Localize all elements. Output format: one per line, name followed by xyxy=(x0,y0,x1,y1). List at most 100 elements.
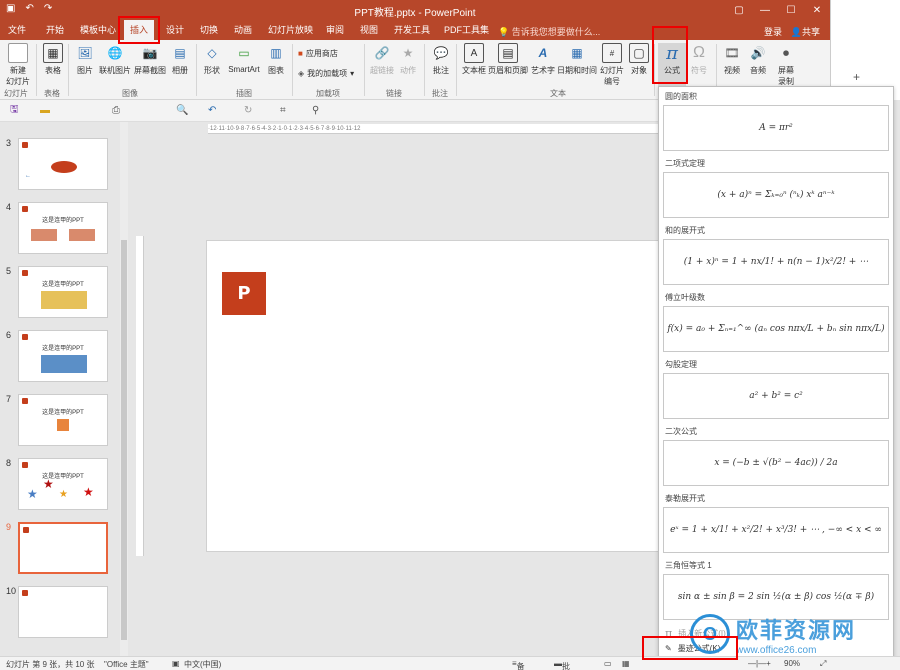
equation-option[interactable]: (1 + x)ⁿ = 1 + nx/1! + n(n − 1)x²/2! + ⋯ xyxy=(663,239,889,285)
symbol-button[interactable]: Ω 符号 xyxy=(688,43,710,76)
datetime-button[interactable]: ▦ 日期和时间 xyxy=(556,43,598,76)
thumbnail[interactable] xyxy=(18,586,108,638)
equation-option[interactable]: (x + a)ⁿ = Σₖ₌₀ⁿ (ⁿₖ) xᵏ aⁿ⁻ᵏ xyxy=(663,172,889,218)
tab-developer[interactable]: 开发工具 xyxy=(388,20,436,40)
redo-icon[interactable]: ↻ xyxy=(244,105,252,116)
horizontal-ruler[interactable]: ·12·11·10·9·8·7·6·5·4·3·2·1·0·1·2·3·4·5·… xyxy=(208,124,660,134)
group-label-addins: 加载项 xyxy=(316,89,340,98)
object-icon: ▢ xyxy=(629,43,649,63)
equation-option[interactable]: x = (−b ± √(b² − 4ac)) / 2a xyxy=(663,440,889,486)
thumbnail-scrollbar[interactable] xyxy=(120,122,128,656)
slide-thumbnail-pane: 3 ← 4 这是连甲的PPT 5 这是连甲的PPT 6 这是连甲的PPT 7 这… xyxy=(0,122,132,656)
hyperlink-button[interactable]: 🔗 超链接 xyxy=(368,43,396,76)
smartart-button[interactable]: ▭ SmartArt xyxy=(226,43,262,74)
undo-icon[interactable]: ↶ xyxy=(208,105,216,116)
screenshot-button[interactable]: 📷 屏幕截图 xyxy=(132,43,168,76)
open-folder-icon[interactable]: ▬ xyxy=(40,105,50,116)
comments-button[interactable]: ▬ 批注 xyxy=(554,659,570,670)
header-footer-button[interactable]: ▤ 页眉和页脚 xyxy=(488,43,528,76)
thumbnail[interactable]: 这是连甲的PPT xyxy=(18,394,108,446)
shapes-icon: ◇ xyxy=(207,46,217,60)
table-button[interactable]: ▦ 表格 xyxy=(40,43,66,76)
picture-button[interactable]: 🖼 图片 xyxy=(72,43,98,76)
tab-home[interactable]: 开始 xyxy=(40,20,70,40)
vertical-ruler[interactable] xyxy=(136,236,144,556)
shapes-button[interactable]: ◇ 形状 xyxy=(200,43,224,76)
header-footer-label: 页眉和页脚 xyxy=(488,66,528,75)
minimize-icon[interactable]: — xyxy=(752,0,778,20)
divider xyxy=(68,44,69,96)
ribbon-display-icon[interactable]: ▢ xyxy=(726,0,752,20)
preview-icon[interactable]: 🔍 xyxy=(176,105,188,116)
login-link[interactable]: 登录 xyxy=(764,25,782,38)
tab-animations[interactable]: 动画 xyxy=(228,20,258,40)
screen-record-button[interactable]: ⏺ 屏幕 录制 xyxy=(772,43,800,87)
tab-view[interactable]: 视图 xyxy=(354,20,384,40)
chart-button[interactable]: ▥ 图表 xyxy=(264,43,288,76)
my-addins-button[interactable]: ◈ 我的加载项 ▾ xyxy=(298,68,354,79)
comment-button[interactable]: 💬 批注 xyxy=(428,43,454,76)
table-label: 表格 xyxy=(45,66,61,75)
ppt-mini-icon xyxy=(23,527,29,533)
object-button[interactable]: ▢ 对象 xyxy=(628,43,650,76)
format-painter-icon[interactable]: ⌗ xyxy=(280,105,286,116)
slide-sorter-icon[interactable]: ▦ xyxy=(622,659,630,668)
tab-transitions[interactable]: 切换 xyxy=(194,20,224,40)
tab-design[interactable]: 设计 xyxy=(160,20,190,40)
textbox-button[interactable]: A 文本框 xyxy=(460,43,488,76)
dropdown-icon: ▾ xyxy=(350,69,355,78)
maximize-icon[interactable]: ☐ xyxy=(778,0,804,20)
ink-pen-icon: ✎ xyxy=(665,644,672,653)
close-icon[interactable]: ✕ xyxy=(804,0,830,20)
powerpoint-logo-icon[interactable]: P xyxy=(222,272,266,315)
pin-icon[interactable]: ⚲ xyxy=(312,105,319,116)
tab-slideshow[interactable]: 幻灯片放映 xyxy=(262,20,319,40)
equation-option[interactable]: eˣ = 1 + x/1! + x²/2! + x³/3! + ⋯ , −∞ <… xyxy=(663,507,889,553)
fit-slide-icon[interactable]: ⤢ xyxy=(820,659,826,669)
new-slide-button[interactable]: 新建 幻灯片 xyxy=(4,43,32,87)
notes-button[interactable]: ≡ 备注 xyxy=(512,659,525,670)
print-icon[interactable]: ⎙ xyxy=(112,105,120,116)
equation-label: 公式 xyxy=(664,66,680,75)
tab-pdf-tools[interactable]: PDF工具集 xyxy=(438,20,495,40)
tab-insert[interactable]: 插入 xyxy=(124,20,155,40)
thumbnail[interactable]: ← xyxy=(18,138,108,190)
online-picture-button[interactable]: 🌐 联机图片 xyxy=(98,43,132,76)
tab-templates[interactable]: 模板中心 xyxy=(74,20,122,40)
tell-me-search[interactable]: 💡 告诉我您想要做什么... xyxy=(498,25,600,38)
share-button[interactable]: 👤共享 xyxy=(791,25,820,38)
store-button[interactable]: ■ 应用商店 xyxy=(298,48,338,59)
zoom-slider[interactable]: —|—+ xyxy=(748,659,771,668)
ppt-mini-icon xyxy=(22,270,28,276)
wordart-button[interactable]: A 艺术字 xyxy=(530,43,556,76)
divider xyxy=(456,44,457,96)
thumbnail[interactable]: 这是连甲的PPT xyxy=(18,266,108,318)
thumbnail-graphic xyxy=(31,229,57,241)
action-button[interactable]: ★ 动作 xyxy=(396,43,420,76)
thumbnail[interactable]: 这是连甲的PPT ★ ★ ★ ★ xyxy=(18,458,108,510)
equation-formula: x = (−b ± √(b² − 4ac)) / 2a xyxy=(714,458,838,468)
tab-file[interactable]: 文件 xyxy=(2,20,32,40)
language[interactable]: 中文(中国) xyxy=(184,659,221,670)
equation-option[interactable]: f(x) = a₀ + Σₙ₌₁^∞ (aₙ cos nπx/L + bₙ si… xyxy=(663,306,889,352)
slide-number-button[interactable]: # 幻灯片 编号 xyxy=(598,43,626,87)
scrollbar-thumb[interactable] xyxy=(121,240,127,640)
normal-view-icon[interactable]: ▭ xyxy=(604,659,612,668)
thumbnail[interactable]: 这是连甲的PPT xyxy=(18,330,108,382)
equation-option[interactable]: A = πr² xyxy=(663,105,889,151)
thumbnail[interactable] xyxy=(18,522,108,574)
thumbnail[interactable]: 这是连甲的PPT xyxy=(18,202,108,254)
zoom-level[interactable]: 90% xyxy=(784,659,800,668)
equation-button[interactable]: π 公式 xyxy=(658,43,686,87)
slide-canvas[interactable]: P xyxy=(206,240,660,552)
equation-option[interactable]: a² + b² = c² xyxy=(663,373,889,419)
album-button[interactable]: ▤ 相册 xyxy=(168,43,192,76)
audio-button[interactable]: 🔊 音频 xyxy=(746,43,770,76)
divider xyxy=(654,44,655,96)
proofing-icon[interactable]: ▣ xyxy=(172,659,180,668)
save-icon[interactable]: 🖫 xyxy=(10,102,19,119)
tab-review[interactable]: 审阅 xyxy=(320,20,350,40)
pi-icon: π xyxy=(666,42,678,64)
video-button[interactable]: 🎞 视频 xyxy=(720,43,744,76)
add-icon[interactable]: + xyxy=(853,70,860,84)
